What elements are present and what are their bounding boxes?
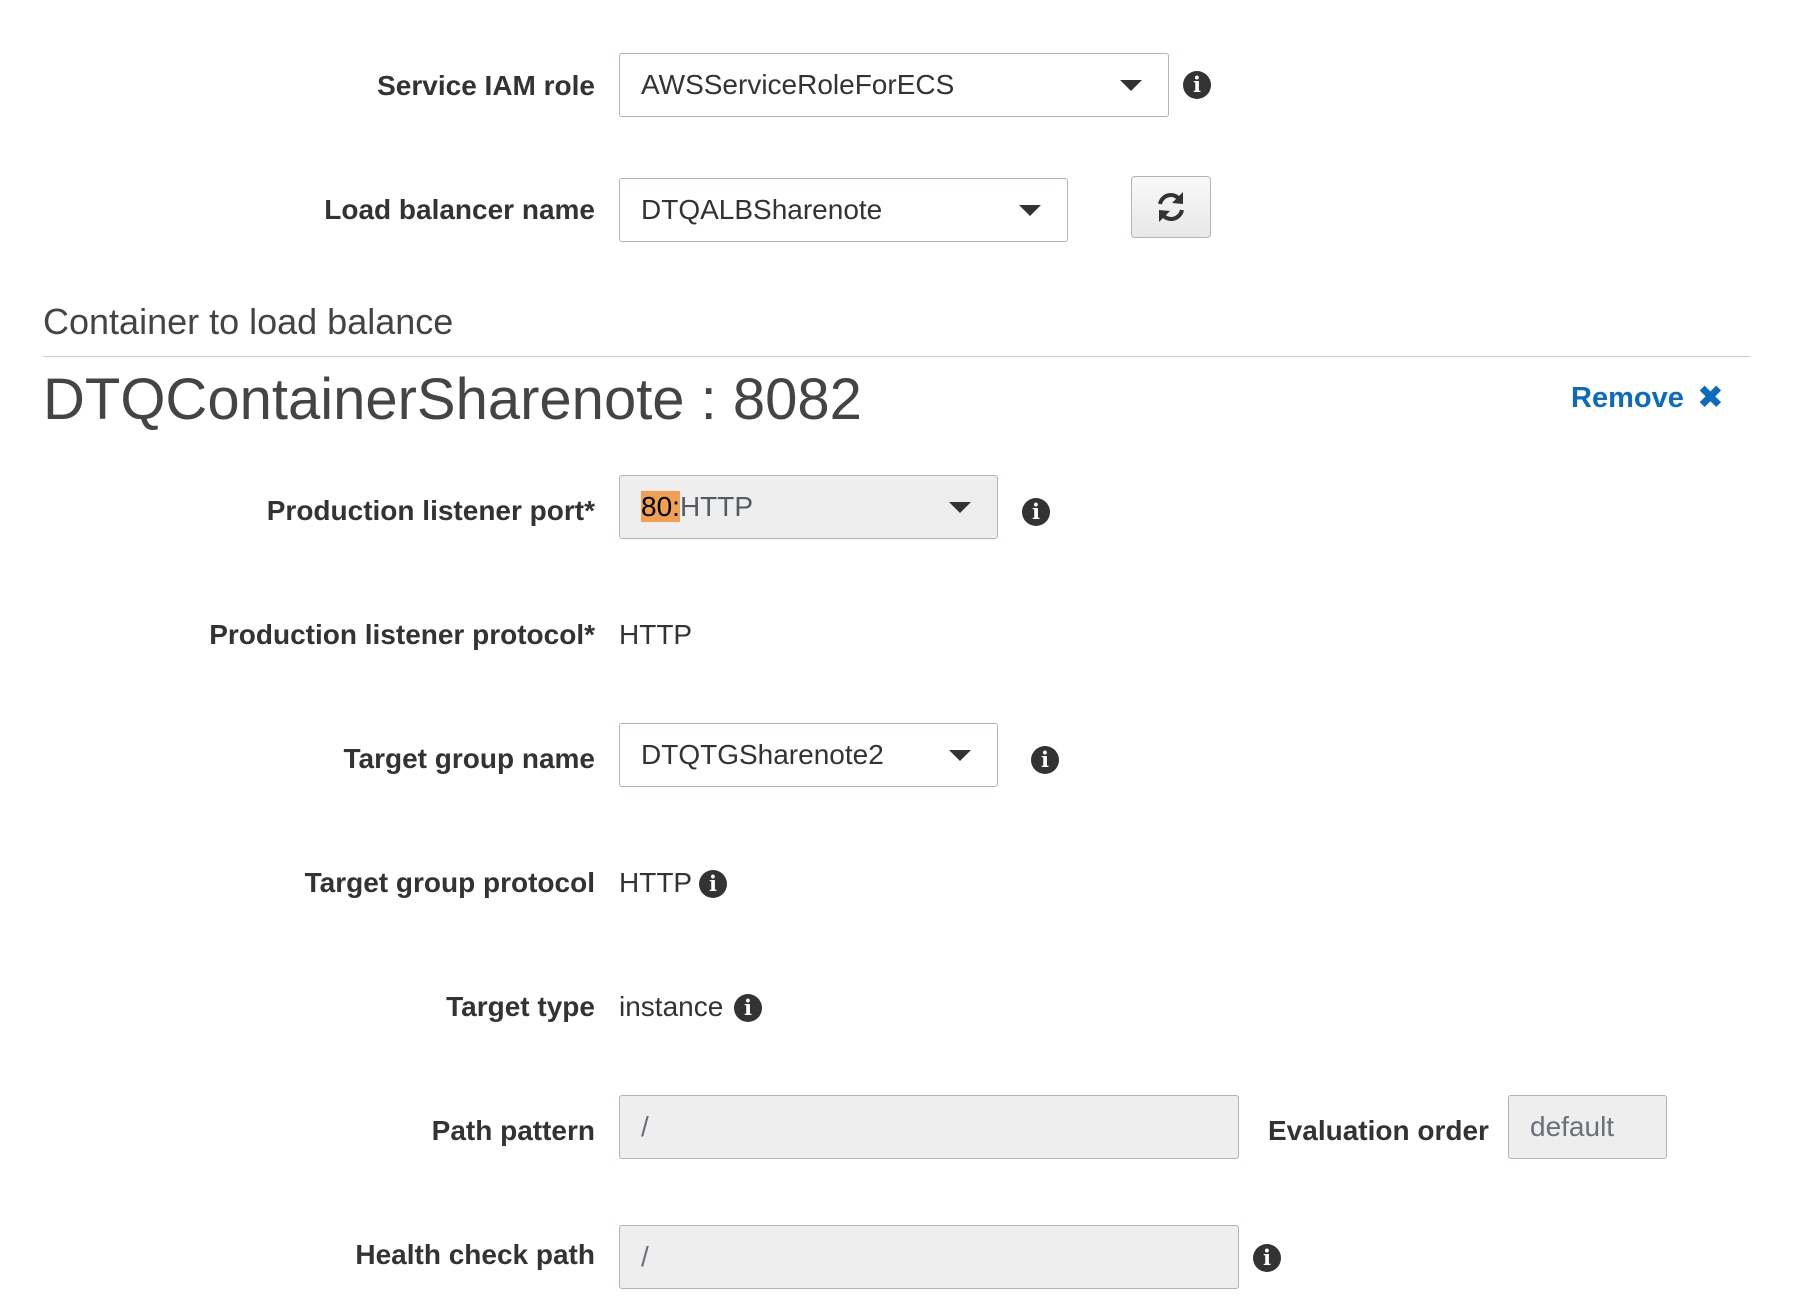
info-icon[interactable]: i xyxy=(1253,1244,1281,1272)
info-icon[interactable]: i xyxy=(1183,71,1211,99)
caret-down-icon xyxy=(1120,80,1142,91)
remove-link[interactable]: Remove xyxy=(1571,384,1684,413)
caret-down-icon xyxy=(949,750,971,761)
health-check-path-input[interactable]: / xyxy=(619,1225,1239,1289)
target-group-protocol-value: HTTP xyxy=(619,867,693,898)
section-title: Container to load balance xyxy=(43,301,454,342)
service-iam-role-select[interactable]: AWSServiceRoleForECS xyxy=(619,53,1169,117)
production-listener-protocol-value: HTTP xyxy=(619,619,693,650)
refresh-button[interactable] xyxy=(1131,176,1211,238)
service-iam-role-value: AWSServiceRoleForECS xyxy=(641,69,955,100)
load-balancer-name-select[interactable]: DTQALBSharenote xyxy=(619,178,1068,242)
production-listener-protocol-label: Production listener protocol* xyxy=(209,619,595,650)
target-group-name-label: Target group name xyxy=(343,743,595,774)
info-icon[interactable]: i xyxy=(1031,746,1059,774)
production-listener-port-protocol: HTTP xyxy=(679,491,754,522)
load-balancer-name-value: DTQALBSharenote xyxy=(641,194,883,225)
refresh-icon xyxy=(1158,192,1184,222)
service-iam-role-label: Service IAM role xyxy=(377,70,595,101)
evaluation-order-input[interactable]: default xyxy=(1508,1095,1667,1159)
target-group-protocol-label: Target group protocol xyxy=(304,867,595,898)
production-listener-port-select[interactable]: 80:HTTP xyxy=(619,475,998,539)
caret-down-icon xyxy=(1019,205,1041,216)
target-type-value: instance xyxy=(619,991,724,1022)
target-type-label: Target type xyxy=(446,991,595,1022)
info-icon[interactable]: i xyxy=(734,994,762,1022)
target-group-name-value: DTQTGSharenote2 xyxy=(641,739,884,770)
section-divider xyxy=(43,356,1750,357)
info-icon[interactable]: i xyxy=(699,870,727,898)
info-icon[interactable]: i xyxy=(1022,498,1050,526)
load-balancer-name-label: Load balancer name xyxy=(324,194,595,225)
caret-down-icon xyxy=(949,502,971,513)
evaluation-order-label: Evaluation order xyxy=(1268,1115,1489,1146)
remove-close-icon[interactable]: ✖ xyxy=(1697,381,1724,413)
container-heading: DTQContainerSharenote : 8082 xyxy=(43,367,862,432)
health-check-path-label: Health check path xyxy=(355,1239,595,1270)
production-listener-port-highlight: 80: xyxy=(641,491,680,522)
path-pattern-label: Path pattern xyxy=(431,1115,595,1146)
target-group-name-select[interactable]: DTQTGSharenote2 xyxy=(619,723,998,787)
production-listener-port-label: Production listener port* xyxy=(266,495,595,526)
path-pattern-input[interactable]: / xyxy=(619,1095,1239,1159)
